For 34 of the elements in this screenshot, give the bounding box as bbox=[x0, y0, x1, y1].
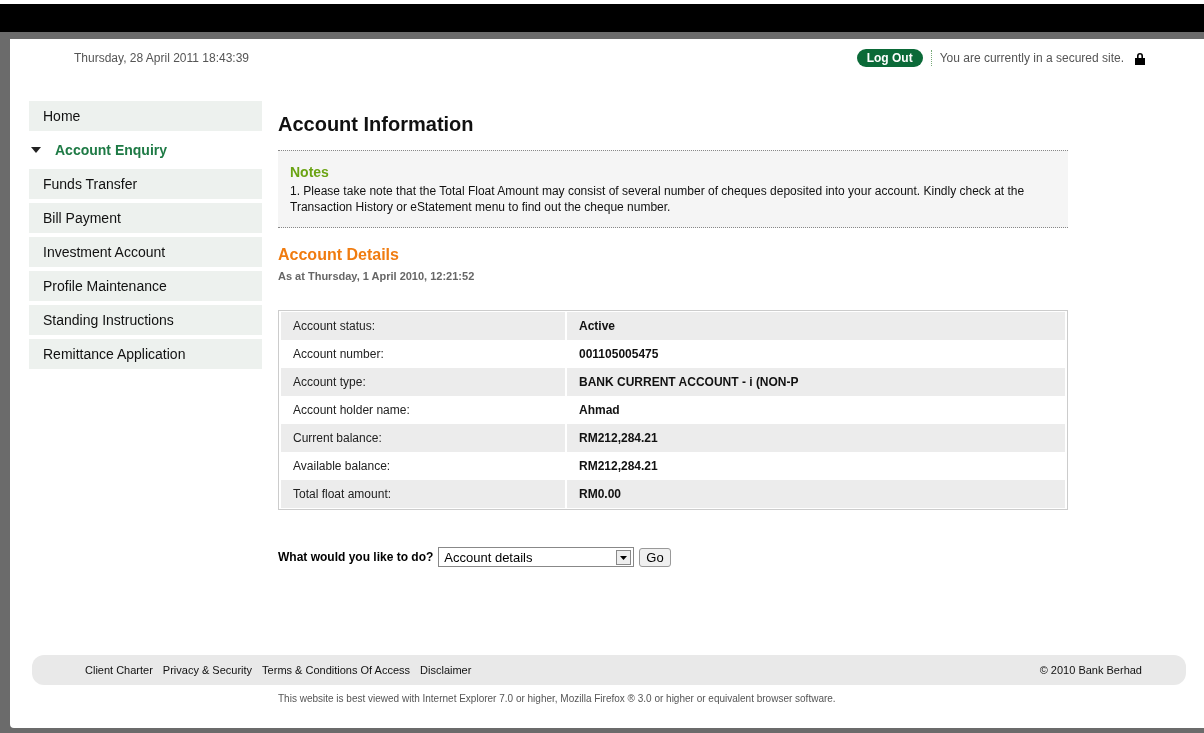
copyright: © 2010 Bank Berhad bbox=[1039, 664, 1142, 676]
date-time: Thursday, 28 April 2011 18:43:39 bbox=[74, 51, 249, 65]
logout-button[interactable]: Log Out bbox=[856, 49, 923, 67]
sidebar-item[interactable]: Investment Account bbox=[29, 237, 262, 267]
table-cell: RM0.00 bbox=[567, 480, 1065, 508]
page-title: Account Information bbox=[278, 113, 475, 136]
footer-link[interactable]: Disclaimer bbox=[420, 664, 472, 676]
sidebar-item[interactable]: Bill Payment bbox=[29, 203, 262, 233]
notes-heading: Notes bbox=[290, 164, 330, 180]
table-cell: Account type: bbox=[281, 368, 565, 396]
footer-link[interactable]: Terms & Conditions Of Access bbox=[262, 664, 411, 676]
section-heading: Account Details bbox=[278, 246, 400, 264]
browser-note: This website is best viewed with Internet Explorer 7.0 or higher, Mozilla Firefox ® 3.0 or higher or equivalent browser software. bbox=[277, 692, 837, 706]
table-cell: RM212,284.21 bbox=[567, 424, 1065, 452]
lock-icon bbox=[1134, 51, 1146, 65]
sidebar-item[interactable]: Remittance Application bbox=[29, 339, 262, 369]
sidebar-item[interactable]: Standing Instructions bbox=[29, 305, 262, 335]
sidebar-item[interactable]: Profile Maintenance bbox=[29, 271, 262, 301]
table-cell: Account status: bbox=[281, 312, 565, 340]
table-cell: BANK CURRENT ACCOUNT - i (NON-P bbox=[567, 368, 1065, 396]
go-button[interactable]: Go bbox=[639, 547, 671, 567]
table-cell: Current balance: bbox=[281, 424, 565, 452]
footer-link[interactable]: Client Charter bbox=[85, 664, 153, 676]
caret-icon bbox=[31, 147, 41, 153]
table-cell: Active bbox=[567, 312, 1065, 340]
as-at-date: As at Thursday, 1 April 2010, 12:21:52 bbox=[278, 270, 476, 282]
notes-text: 1. Please take note that the Total Float Amount may consist of several number of cheques deposited into your account. Kindly check at the Transaction History or eStatement menu to find out the cheque number. bbox=[290, 183, 1026, 215]
security-note: You are currently in a secured site. bbox=[939, 51, 1124, 65]
action-dropdown[interactable]: Account details bbox=[438, 547, 635, 567]
sidebar-item[interactable]: Home bbox=[29, 101, 262, 131]
footer-link[interactable]: Privacy & Security bbox=[162, 664, 253, 676]
sidebar-item[interactable]: Funds Transfer bbox=[29, 169, 262, 199]
table-cell: Total float amount: bbox=[281, 480, 565, 508]
action-label: What would you like to do? bbox=[278, 550, 434, 564]
